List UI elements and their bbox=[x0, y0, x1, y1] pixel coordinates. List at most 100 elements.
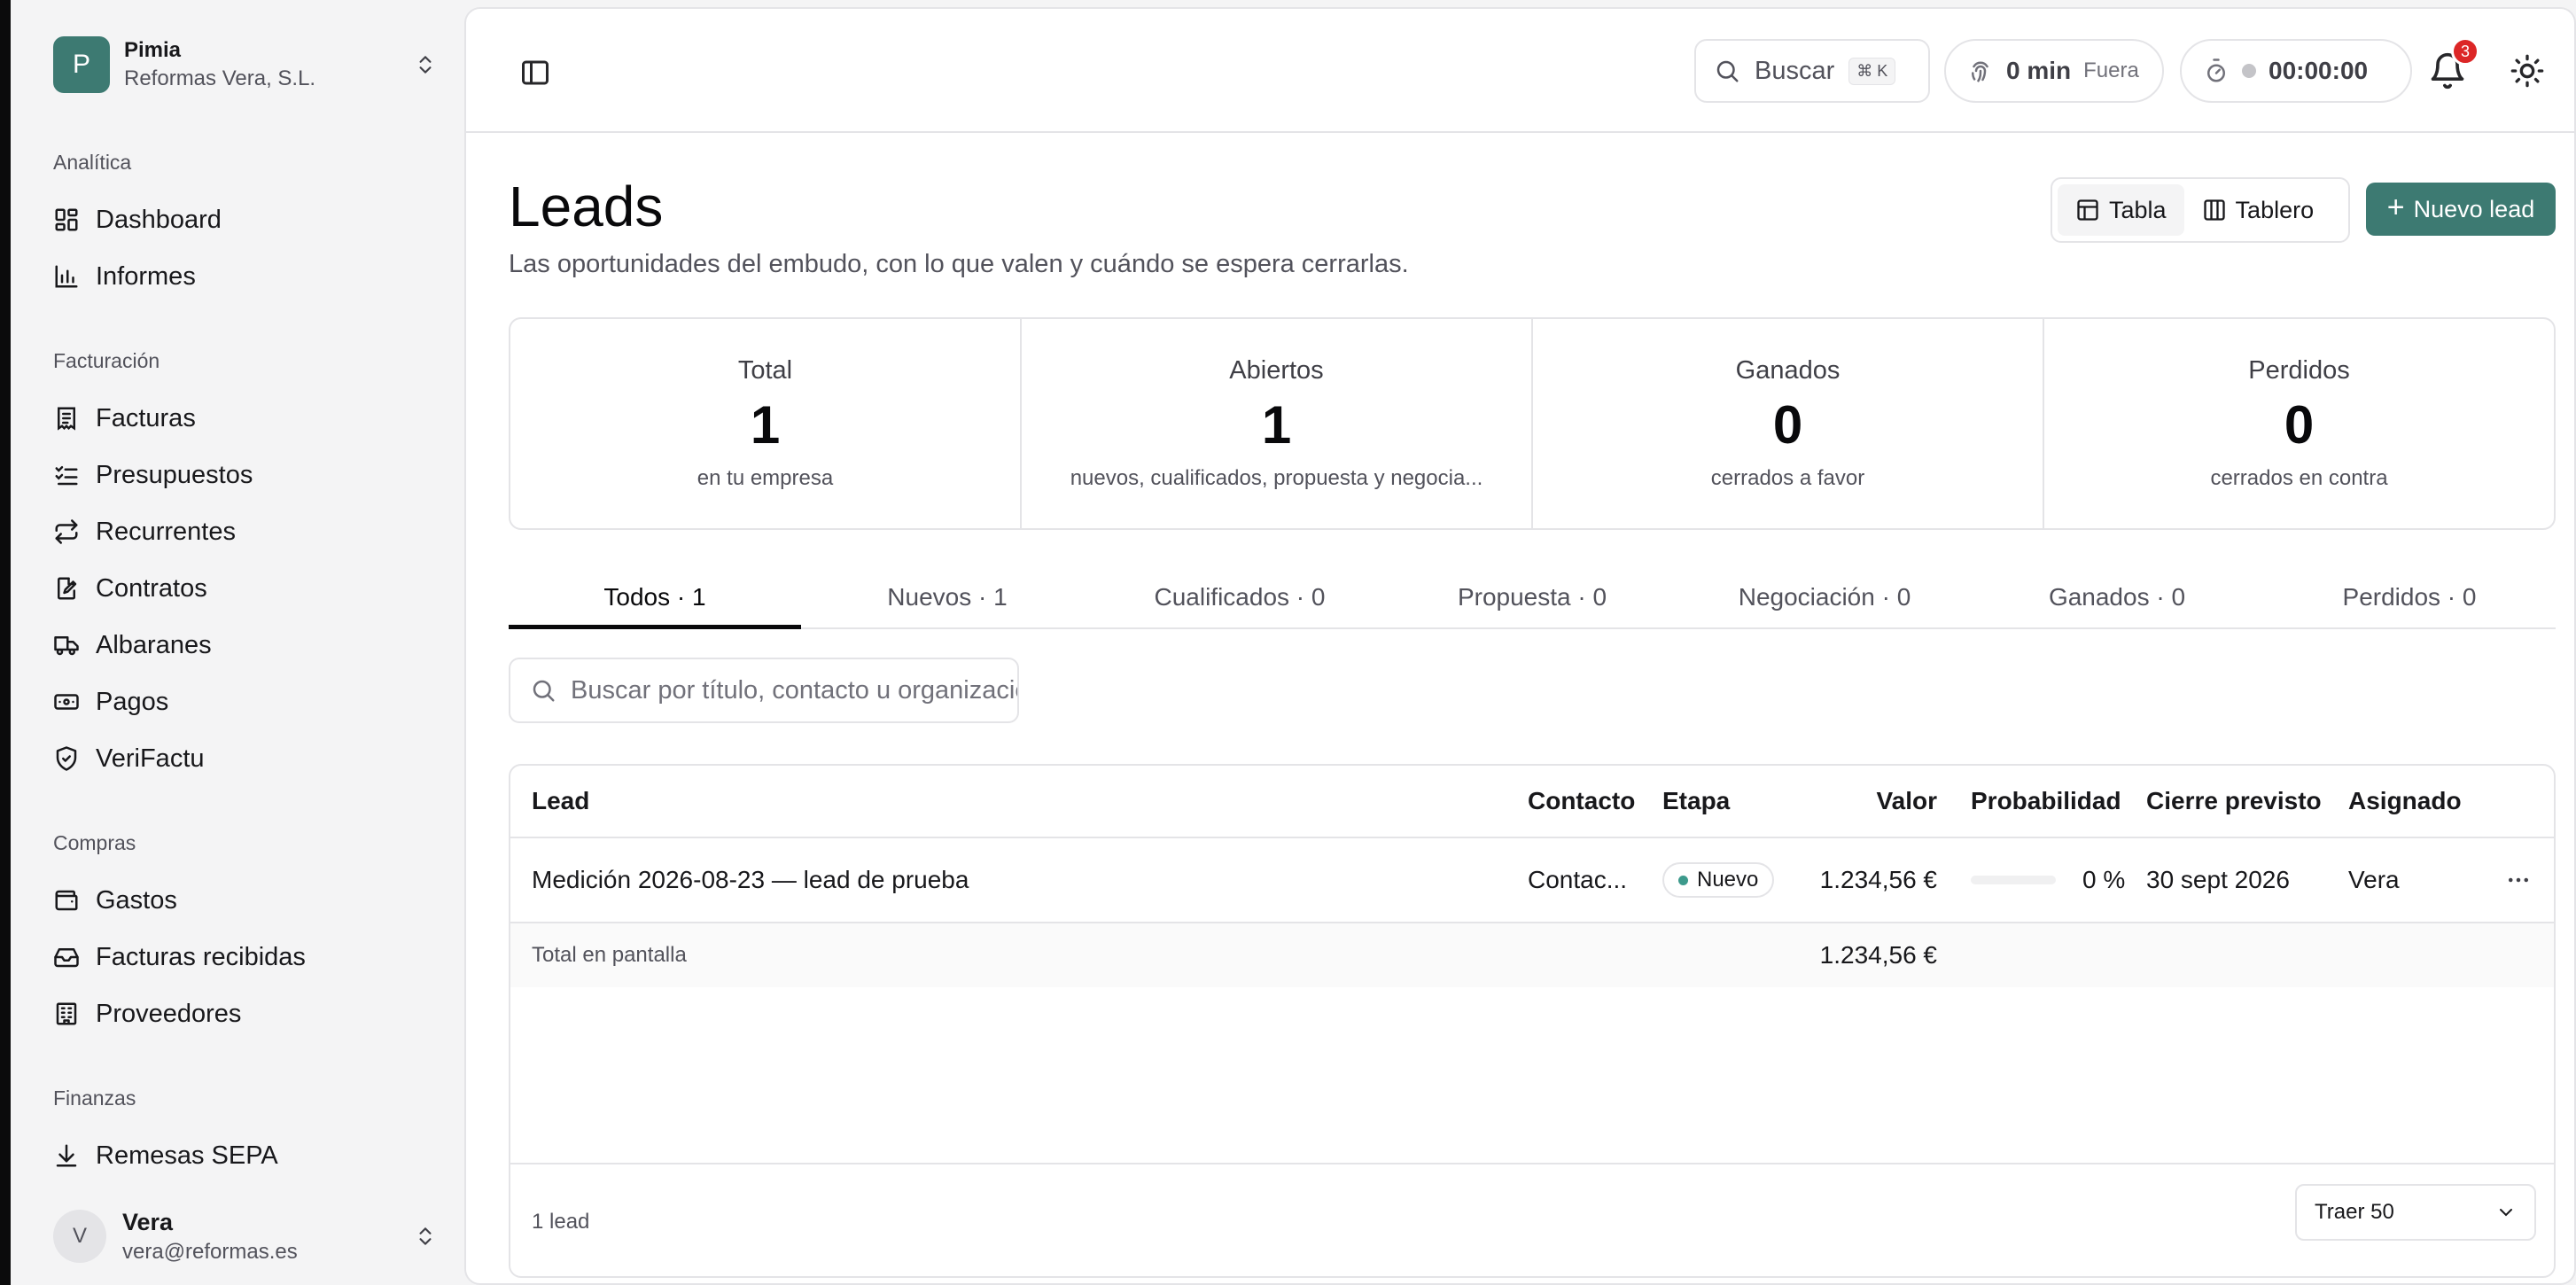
sidebar-item-albaranes[interactable]: Albaranes bbox=[53, 622, 443, 668]
sidebar-item-pagos[interactable]: Pagos bbox=[53, 679, 443, 725]
column-header-contact[interactable]: Contacto bbox=[1528, 787, 1639, 815]
sidebar-item-label: Pagos bbox=[96, 687, 169, 716]
sidebar-item-facturas-recibidas[interactable]: Facturas recibidas bbox=[53, 934, 443, 980]
page-size-select[interactable]: Traer 50 bbox=[2295, 1184, 2536, 1241]
tab-ganados[interactable]: Ganados · 0 bbox=[1971, 567, 2263, 627]
sidebar-toggle-icon[interactable] bbox=[519, 57, 551, 89]
truck-icon bbox=[54, 636, 79, 656]
sidebar: P Pimia Reformas Vera, S.L. Analítica Da… bbox=[11, 0, 464, 1285]
column-header-value[interactable]: Valor bbox=[1877, 787, 1937, 815]
sidebar-item-label: Contratos bbox=[96, 573, 207, 603]
tab-cualificados[interactable]: Cualificados · 0 bbox=[1093, 567, 1386, 627]
status-badge: Nuevo bbox=[1662, 862, 1775, 898]
table-icon bbox=[2077, 199, 2098, 221]
total-value: 1.234,56 € bbox=[1819, 941, 1937, 969]
stat-sub: nuevos, cualificados, propuesta y negoci… bbox=[1070, 466, 1483, 490]
tab-propuesta[interactable]: Propuesta · 0 bbox=[1386, 567, 1678, 627]
tab-negociacion[interactable]: Negociación · 0 bbox=[1678, 567, 1971, 627]
view-table-button[interactable]: Tabla bbox=[2058, 184, 2184, 236]
more-horizontal-icon[interactable] bbox=[2501, 862, 2536, 898]
lead-search-input[interactable] bbox=[571, 675, 1017, 705]
global-search-button[interactable]: Buscar ⌘ K bbox=[1694, 39, 1930, 103]
tab-nuevos[interactable]: Nuevos · 1 bbox=[801, 567, 1093, 627]
view-toggle: Tabla Tablero bbox=[2051, 177, 2350, 243]
stage-dot bbox=[1678, 875, 1688, 885]
sun-icon[interactable] bbox=[2510, 53, 2545, 89]
stat-label: Abiertos bbox=[1229, 356, 1324, 385]
table-row[interactable]: Medición 2026-08-23 — lead de prueba Con… bbox=[510, 838, 2554, 923]
page-title: Leads bbox=[509, 175, 664, 238]
sidebar-item-informes[interactable]: Informes bbox=[53, 253, 443, 300]
tab-todos[interactable]: Todos · 1 bbox=[509, 567, 801, 629]
sidebar-item-label: Informes bbox=[96, 261, 196, 291]
stat-sub: cerrados a favor bbox=[1710, 466, 1865, 490]
view-board-label: Tablero bbox=[2235, 196, 2315, 223]
clock-status: Fuera bbox=[2083, 58, 2139, 82]
window-edge bbox=[0, 0, 11, 1285]
sidebar-item-facturas[interactable]: Facturas bbox=[53, 395, 443, 441]
probability-bar bbox=[1971, 876, 2056, 884]
close-date: 30 sept 2026 bbox=[2146, 866, 2290, 893]
dashboard-icon bbox=[55, 208, 78, 231]
new-lead-button[interactable]: + Nuevo lead bbox=[2366, 183, 2556, 236]
stat-label: Ganados bbox=[1735, 356, 1841, 385]
stat-card: Total 1 en tu empresa bbox=[510, 319, 1022, 528]
timer-value: 00:00:00 bbox=[2269, 57, 2369, 84]
column-header-close-date[interactable]: Cierre previsto bbox=[2146, 787, 2322, 815]
new-lead-label: Nuevo lead bbox=[2413, 195, 2535, 222]
stat-value: 1 bbox=[750, 395, 781, 455]
search-label: Buscar bbox=[1755, 56, 1835, 85]
stats-summary: Total 1 en tu empresa Abiertos 1 nuevos,… bbox=[509, 317, 2556, 530]
org-switcher[interactable]: P Pimia Reformas Vera, S.L. bbox=[53, 35, 443, 94]
lead-search bbox=[509, 658, 1019, 723]
sidebar-item-label: Recurrentes bbox=[96, 517, 236, 546]
bar-chart-icon bbox=[55, 265, 78, 288]
stage-tabs: Todos · 1 Nuevos · 1 Cualificados · 0 Pr… bbox=[509, 567, 2556, 629]
avatar: V bbox=[53, 1210, 106, 1263]
banknote-icon bbox=[54, 694, 79, 710]
page-subtitle: Las oportunidades del embudo, con lo que… bbox=[509, 250, 1409, 278]
sidebar-item-label: Remesas SEPA bbox=[96, 1141, 278, 1170]
column-header-probability[interactable]: Probabilidad bbox=[1971, 787, 2121, 815]
clock-in-pill[interactable]: 0 min Fuera bbox=[1944, 39, 2164, 103]
sidebar-item-contratos[interactable]: Contratos bbox=[53, 565, 443, 611]
clock-value: 0 min bbox=[2006, 57, 2072, 84]
nav-group-compras: Compras bbox=[53, 831, 136, 854]
sidebar-item-gastos[interactable]: Gastos bbox=[53, 877, 443, 923]
table-total-row: Total en pantalla 1.234,56 € bbox=[510, 923, 2554, 987]
lead-title[interactable]: Medición 2026-08-23 — lead de prueba bbox=[532, 866, 969, 894]
nav-group-finanzas: Finanzas bbox=[53, 1086, 136, 1110]
sidebar-item-label: Gastos bbox=[96, 885, 177, 915]
column-header-assigned[interactable]: Asignado bbox=[2348, 787, 2462, 815]
sidebar-item-proveedores[interactable]: Proveedores bbox=[53, 991, 443, 1037]
lead-contact[interactable]: Contac... bbox=[1528, 866, 1639, 894]
row-count: 1 lead bbox=[532, 1210, 590, 1234]
user-menu[interactable]: V Vera vera@reformas.es bbox=[53, 1201, 443, 1272]
chevrons-up-down-icon bbox=[408, 47, 443, 82]
column-header-stage[interactable]: Etapa bbox=[1662, 787, 1730, 815]
stat-card: Ganados 0 cerrados a favor bbox=[1533, 319, 2044, 528]
timer-pill[interactable]: 00:00:00 bbox=[2180, 39, 2412, 103]
sidebar-item-label: Proveedores bbox=[96, 999, 242, 1028]
tab-perdidos[interactable]: Perdidos · 0 bbox=[2263, 567, 2556, 627]
stat-sub: en tu empresa bbox=[697, 466, 834, 490]
sidebar-item-label: Facturas recibidas bbox=[96, 942, 306, 971]
sidebar-item-dashboard[interactable]: Dashboard bbox=[53, 197, 443, 243]
repeat-icon bbox=[55, 519, 78, 544]
sidebar-item-verifactu[interactable]: VeriFactu bbox=[53, 736, 443, 782]
assignee: Vera bbox=[2348, 866, 2400, 893]
sidebar-item-recurrentes[interactable]: Recurrentes bbox=[53, 509, 443, 555]
download-icon bbox=[56, 1144, 77, 1167]
wallet-icon bbox=[55, 890, 78, 911]
view-board-button[interactable]: Tablero bbox=[2184, 184, 2332, 236]
search-shortcut: ⌘ K bbox=[1848, 57, 1896, 85]
org-avatar: P bbox=[53, 36, 110, 93]
column-header-lead[interactable]: Lead bbox=[532, 787, 589, 815]
notifications-badge: 3 bbox=[2451, 37, 2479, 66]
inbox-icon bbox=[54, 948, 79, 968]
stat-label: Total bbox=[737, 356, 793, 385]
plus-icon: + bbox=[2386, 190, 2405, 224]
fingerprint-icon bbox=[1972, 61, 1988, 82]
sidebar-item-remesas-sepa[interactable]: Remesas SEPA bbox=[53, 1133, 443, 1179]
sidebar-item-presupuestos[interactable]: Presupuestos bbox=[53, 452, 443, 498]
